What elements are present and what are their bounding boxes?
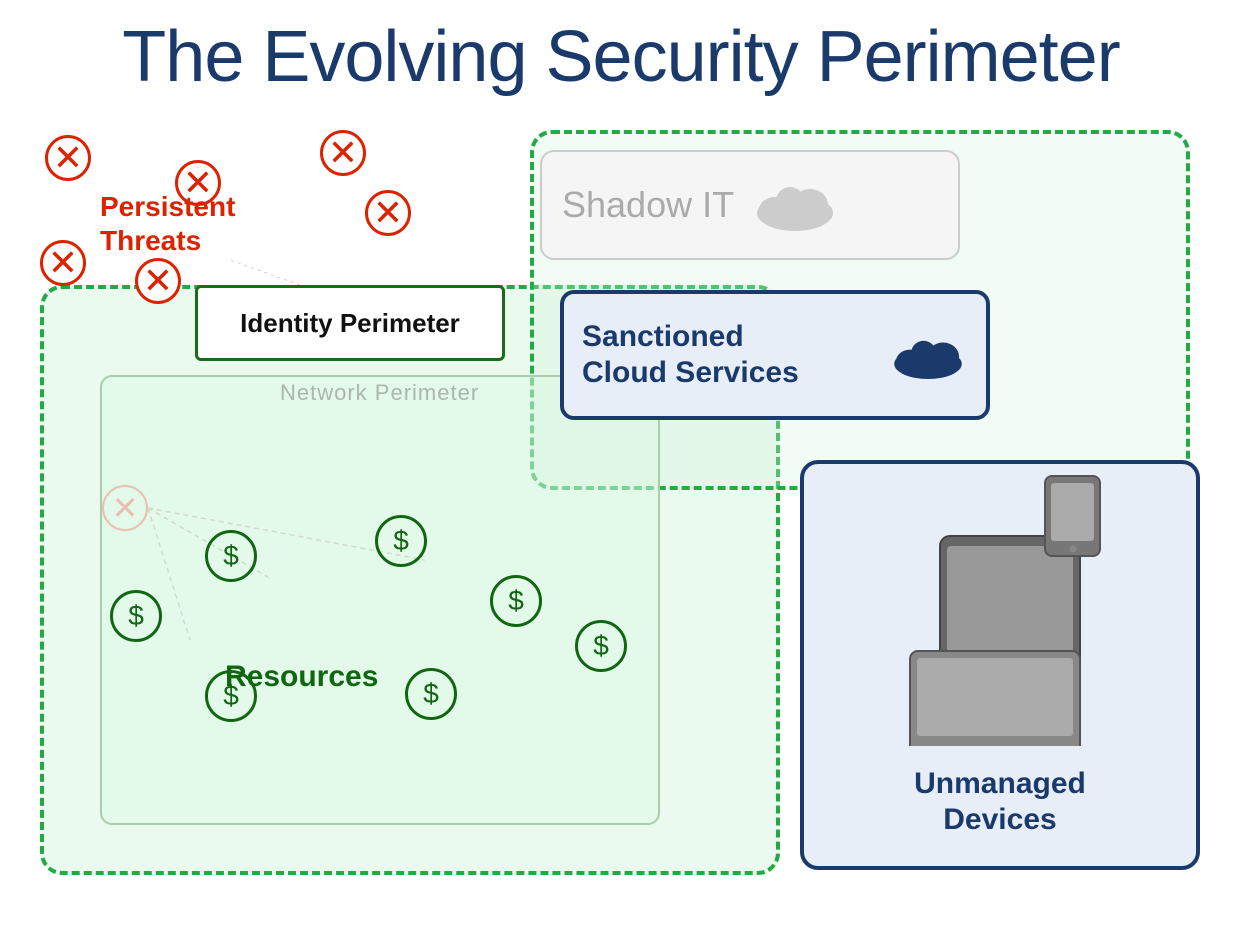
diagram-area: Network Perimeter Identity Perimeter Sha… (30, 130, 1212, 915)
unmanaged-devices-label: Unmanaged Devices (914, 766, 1086, 838)
threat-icon-1: ✕ (45, 135, 91, 181)
devices-svg (890, 466, 1110, 746)
threat-icon-4: ✕ (40, 240, 86, 286)
resource-icon-2: $ (205, 530, 257, 582)
threat-icon-6: ✕ (365, 190, 411, 236)
threat-icon-3: ✕ (320, 130, 366, 176)
unmanaged-devices-box: Unmanaged Devices (800, 460, 1200, 870)
sanctioned-cloud-icon (888, 325, 968, 385)
resource-icon-4: $ (490, 575, 542, 627)
resource-icon-5: $ (575, 620, 627, 672)
network-perimeter-box (100, 375, 660, 825)
resource-icon-6: $ (205, 670, 257, 722)
shadow-it-cloud-icon (750, 175, 840, 235)
page-title: The Evolving Security Perimeter (0, 0, 1242, 97)
threats-area: ✕ ✕ ✕ ✕ ✕ ✕ Persistent Threats (30, 130, 330, 330)
shadow-it-box: Shadow IT (540, 150, 960, 260)
sanctioned-cloud-label: Sanctioned Cloud Services (582, 319, 874, 391)
threat-icon-5: ✕ (135, 258, 181, 304)
persistent-threats-label: Persistent Threats (100, 190, 235, 257)
sanctioned-cloud-box: Sanctioned Cloud Services (560, 290, 990, 420)
infiltrated-threat-icon: ✕ (102, 485, 148, 531)
resource-icon-3: $ (375, 515, 427, 567)
network-perimeter-label: Network Perimeter (280, 380, 479, 406)
resource-icon-1: $ (110, 590, 162, 642)
resource-icon-7: $ (405, 668, 457, 720)
devices-icons (890, 466, 1110, 746)
shadow-it-label: Shadow IT (562, 184, 734, 226)
